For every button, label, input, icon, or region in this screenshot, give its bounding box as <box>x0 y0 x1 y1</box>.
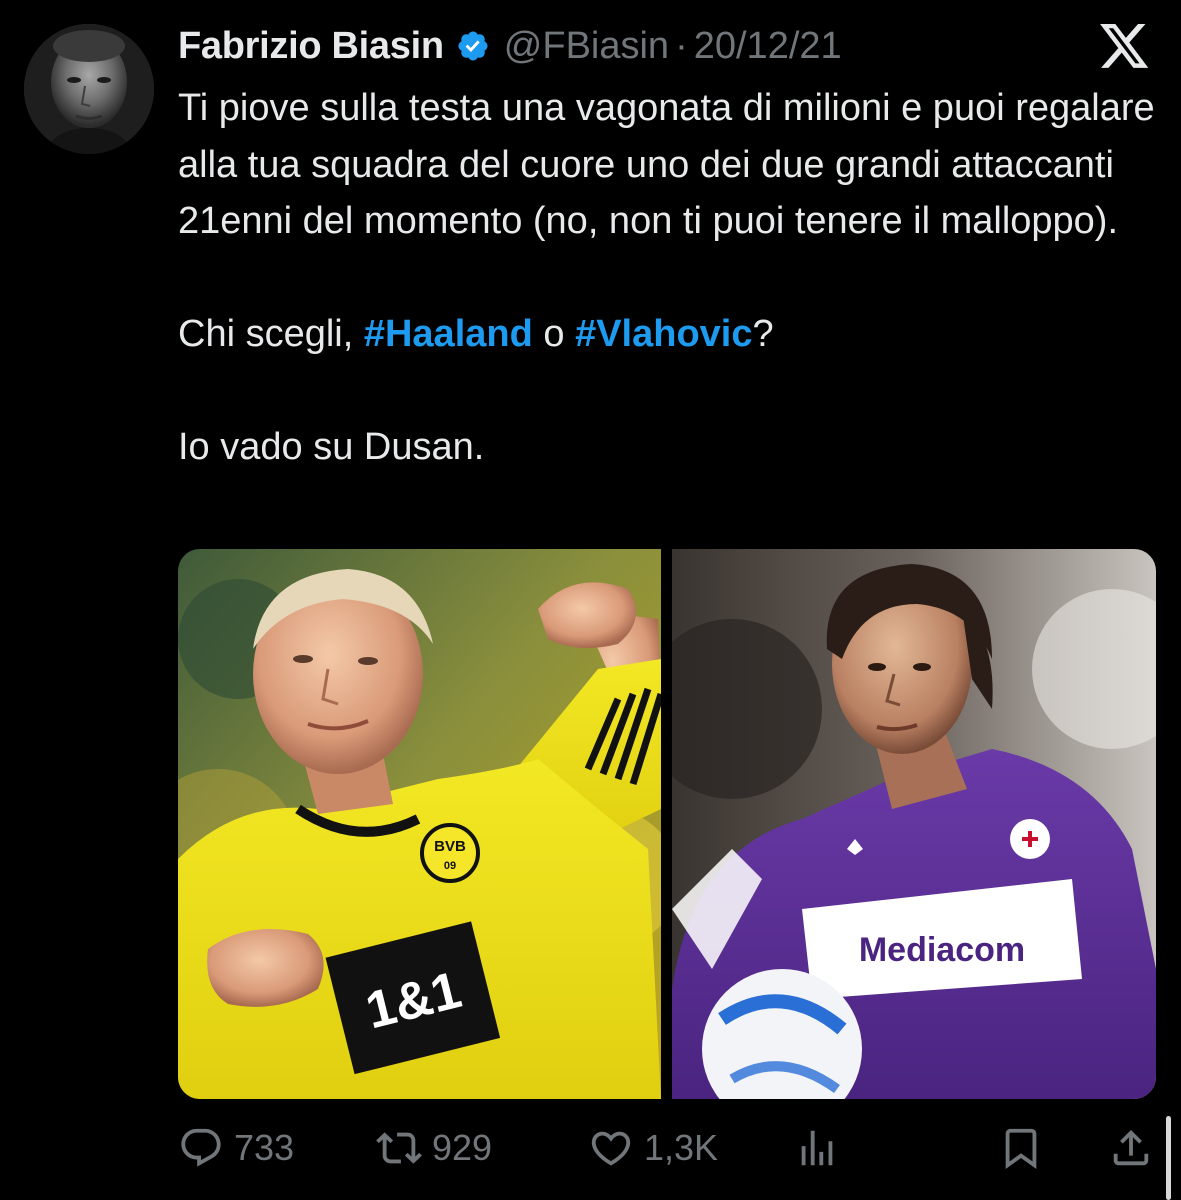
repost-count: 929 <box>432 1127 493 1168</box>
reply-button[interactable]: 733 <box>178 1118 294 1178</box>
heart-icon <box>591 1131 631 1166</box>
hashtag-link-haaland[interactable]: #Haaland <box>364 313 533 355</box>
tweet-text: Ti piove sulla testa una vagonata di mil… <box>178 80 1158 476</box>
tweet-paragraph-3: Io vado su Dusan. <box>178 426 485 468</box>
bvb-badge-year: 09 <box>444 860 456 872</box>
tweet-media[interactable]: BVB 09 1&1 Mediacom <box>178 549 1156 1099</box>
x-logo-icon <box>1098 24 1152 70</box>
reply-icon <box>181 1128 221 1167</box>
author-name[interactable]: Fabrizio Biasin <box>178 25 444 68</box>
like-count: 1,3K <box>644 1127 719 1168</box>
reply-count: 733 <box>234 1127 295 1168</box>
repost-icon <box>376 1132 422 1164</box>
bookmark-icon <box>1005 1128 1037 1169</box>
views-button[interactable] <box>794 1118 840 1178</box>
tweet-date[interactable]: 20/12/21 <box>694 25 842 68</box>
photo-right-purple-jersey-player[interactable]: Mediacom <box>672 549 1156 1099</box>
verified-badge-icon <box>456 29 490 63</box>
bvb-badge-text: BVB <box>434 838 466 855</box>
question-middle: o <box>532 313 576 355</box>
header-separator: · <box>675 24 688 67</box>
question-suffix: ? <box>752 313 774 355</box>
author-avatar[interactable] <box>24 24 154 154</box>
tweet-paragraph-2: Chi scegli, #Haaland o #Vlahovic? <box>178 306 1158 363</box>
hashtag-link-vlahovic[interactable]: #Vlahovic <box>575 313 752 355</box>
question-prefix: Chi scegli, <box>178 313 364 355</box>
sponsor-mediacom: Mediacom <box>859 931 1025 969</box>
tweet-header: Fabrizio Biasin @FBiasin · 20/12/21 <box>178 22 842 70</box>
tweet-paragraph-1: Ti piove sulla testa una vagonata di mil… <box>178 87 1155 242</box>
views-icon <box>801 1130 833 1166</box>
like-button[interactable]: 1,3K <box>588 1118 718 1178</box>
tweet-action-bar: 733 929 1,3K <box>178 1118 1156 1178</box>
share-icon <box>1113 1129 1149 1166</box>
author-handle[interactable]: @FBiasin <box>504 25 669 68</box>
bookmark-button[interactable] <box>998 1118 1044 1178</box>
scrollbar[interactable] <box>1166 1116 1171 1200</box>
photo-left-yellow-jersey-player[interactable]: BVB 09 1&1 <box>178 549 661 1099</box>
share-button[interactable] <box>1108 1118 1154 1178</box>
repost-button[interactable]: 929 <box>376 1118 492 1178</box>
